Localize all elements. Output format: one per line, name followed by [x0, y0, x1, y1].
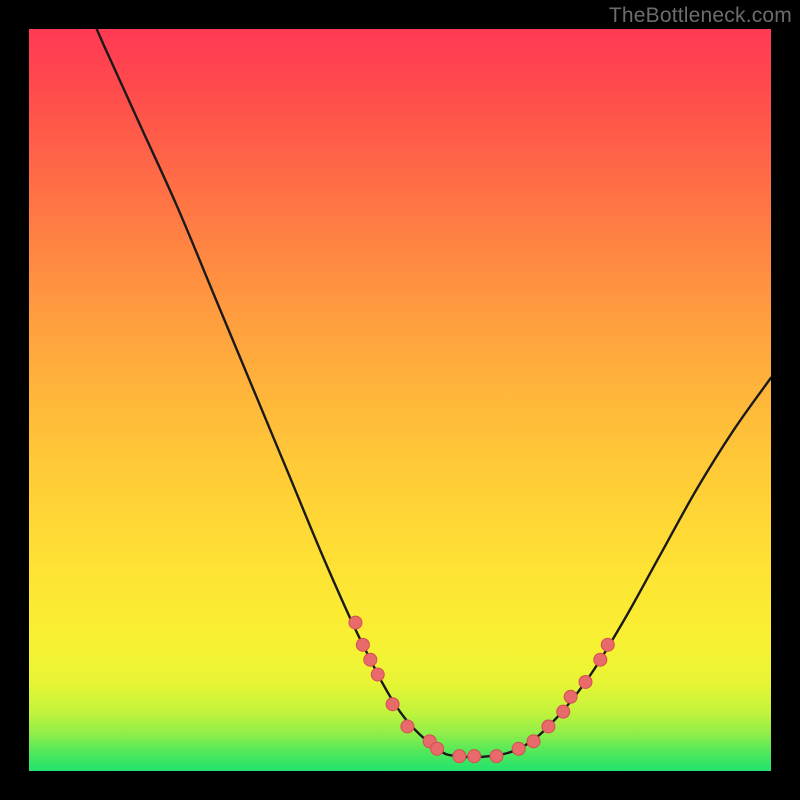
- bottleneck-curve: [81, 29, 771, 757]
- data-marker: [401, 720, 414, 733]
- data-marker: [386, 698, 399, 711]
- data-marker: [557, 705, 570, 718]
- chart-overlay: [29, 29, 771, 771]
- data-marker: [468, 750, 481, 763]
- data-marker: [364, 653, 377, 666]
- chart-stage: TheBottleneck.com: [0, 0, 800, 800]
- watermark-text: TheBottleneck.com: [609, 4, 792, 28]
- data-marker: [601, 638, 614, 651]
- data-marker: [453, 750, 466, 763]
- data-marker: [356, 638, 369, 651]
- data-marker: [564, 690, 577, 703]
- data-marker: [579, 675, 592, 688]
- data-marker: [527, 735, 540, 748]
- data-marker: [542, 720, 555, 733]
- data-marker: [349, 616, 362, 629]
- data-marker: [490, 750, 503, 763]
- plot-area: [29, 29, 771, 771]
- data-marker: [512, 742, 525, 755]
- data-markers: [349, 616, 614, 763]
- data-marker: [431, 742, 444, 755]
- data-marker: [371, 668, 384, 681]
- data-marker: [594, 653, 607, 666]
